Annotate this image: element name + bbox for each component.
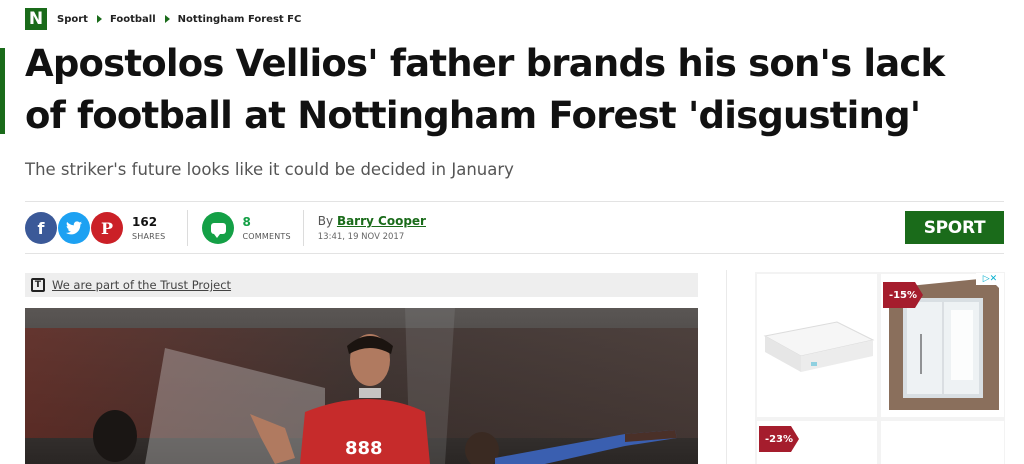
share-divider bbox=[187, 210, 189, 246]
divider-bottom bbox=[25, 253, 1004, 254]
share-bar: f P 162 SHARES 8 COMMENTS By Barry Coope… bbox=[25, 208, 426, 248]
comment-bubble-icon bbox=[210, 222, 226, 238]
discount-tag-2: -23% bbox=[759, 426, 799, 452]
ad-product-3[interactable]: -23% bbox=[757, 421, 877, 464]
article-headline: Apostolos Vellios' father brands his son… bbox=[25, 42, 945, 137]
mattress-image bbox=[763, 321, 875, 372]
ad-product-mattress[interactable] bbox=[757, 274, 877, 417]
facebook-icon: f bbox=[37, 218, 45, 238]
share-count-value: 162 bbox=[132, 215, 158, 229]
trust-project-bar: T We are part of the Trust Project bbox=[25, 273, 698, 297]
ad-product-wardrobe[interactable]: -15% bbox=[881, 274, 1004, 417]
author-link[interactable]: Barry Cooper bbox=[337, 214, 426, 228]
headline-accent-bar bbox=[0, 48, 5, 134]
byline-author-line: By Barry Cooper bbox=[318, 214, 426, 228]
byline-divider bbox=[302, 210, 304, 246]
hero-image[interactable]: 888 bbox=[25, 308, 698, 464]
breadcrumb-arrow-icon bbox=[164, 15, 170, 23]
svg-text:888: 888 bbox=[345, 438, 383, 459]
breadcrumb: N Sport Football Nottingham Forest FC bbox=[25, 8, 301, 30]
share-count: 162 SHARES bbox=[132, 215, 165, 241]
share-count-label: SHARES bbox=[132, 232, 166, 241]
advertisement[interactable]: -15% -23% bbox=[755, 272, 1005, 464]
twitter-icon bbox=[66, 221, 82, 235]
comment-count-label: COMMENTS bbox=[242, 232, 291, 241]
football-match-photo: 888 bbox=[25, 308, 698, 464]
breadcrumb-nottingham-forest[interactable]: Nottingham Forest FC bbox=[178, 14, 302, 25]
facebook-share-button[interactable]: f bbox=[25, 212, 57, 244]
article-subheadline: The striker's future looks like it could… bbox=[25, 160, 514, 179]
comments-button[interactable] bbox=[202, 212, 235, 244]
publish-timestamp: 13:41, 19 NOV 2017 bbox=[317, 232, 405, 242]
adchoices-icon[interactable]: ▷✕ bbox=[976, 273, 1004, 285]
site-logo[interactable]: N bbox=[25, 8, 47, 30]
trust-project-icon: T bbox=[31, 278, 45, 292]
section-badge-sport[interactable]: SPORT bbox=[905, 211, 1004, 244]
discount-tag-1: -15% bbox=[883, 282, 923, 308]
breadcrumb-football[interactable]: Football bbox=[110, 14, 156, 25]
pinterest-icon: P bbox=[100, 218, 114, 238]
byline: By Barry Cooper 13:41, 19 NOV 2017 bbox=[318, 214, 426, 242]
breadcrumb-sport[interactable]: Sport bbox=[57, 14, 88, 25]
comment-count-value: 8 bbox=[242, 215, 251, 229]
sidebar-divider bbox=[726, 270, 727, 464]
twitter-share-button[interactable] bbox=[58, 212, 90, 244]
trust-project-link[interactable]: We are part of the Trust Project bbox=[52, 278, 231, 292]
byline-prefix: By bbox=[317, 214, 334, 228]
comment-count[interactable]: 8 COMMENTS bbox=[242, 215, 290, 241]
divider-top bbox=[25, 201, 1004, 202]
breadcrumb-arrow-icon bbox=[96, 15, 102, 23]
pinterest-share-button[interactable]: P bbox=[91, 212, 123, 244]
ad-product-4[interactable] bbox=[881, 421, 1004, 464]
